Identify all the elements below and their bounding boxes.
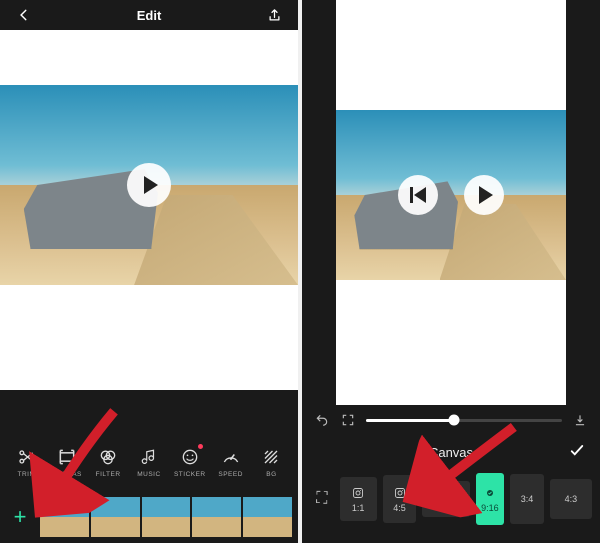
section-header: Canvas [302, 435, 600, 469]
download-button[interactable] [572, 412, 588, 428]
ratio-4-5[interactable]: 4:5 [383, 475, 417, 523]
play-button[interactable] [464, 175, 504, 215]
tool-trim[interactable]: TRIM [8, 446, 44, 478]
tool-label: MUSIC [137, 471, 160, 478]
video-preview [0, 30, 298, 390]
letterbox-bottom [336, 280, 566, 405]
fullscreen-button[interactable] [340, 412, 356, 428]
ratio-label: 4:3 [565, 494, 578, 504]
ratio-label: 1:1 [352, 503, 365, 513]
tool-canvas[interactable]: CANVAS [49, 446, 85, 478]
ratio-1-1[interactable]: 1:1 [340, 477, 377, 521]
ratio-free[interactable]: ⛶ [310, 490, 334, 508]
tool-label: STICKER [174, 471, 206, 478]
timeline-thumb [91, 497, 140, 537]
right-screenshot: Canvas ⛶ 1:1 4:5 16:9 9:16 3:4 4:3 [302, 0, 600, 543]
left-topbar: Edit [0, 0, 298, 30]
ratio-label: 3:4 [521, 494, 534, 504]
back-button[interactable] [14, 8, 34, 22]
skip-back-icon [410, 187, 426, 203]
timeline-thumb [243, 497, 292, 537]
timeline-thumb [40, 497, 89, 537]
tool-sticker[interactable]: STICKER [172, 446, 208, 478]
youtube-icon [439, 486, 453, 500]
tool-label: SPEED [218, 471, 243, 478]
share-icon [267, 8, 282, 23]
music-icon [138, 446, 160, 468]
play-icon [144, 176, 158, 194]
tool-filter[interactable]: FILTER [90, 446, 126, 478]
instagram-icon [351, 486, 365, 500]
letterbox-top [336, 0, 566, 110]
letterbox-bottom [0, 285, 298, 390]
page-title: Edit [137, 8, 162, 23]
progress-knob[interactable] [449, 415, 460, 426]
notification-dot [198, 444, 203, 449]
filter-icon [97, 446, 119, 468]
scissors-icon [15, 446, 37, 468]
video-frame[interactable] [336, 110, 566, 280]
tool-label: CANVAS [53, 471, 82, 478]
timeline-bar: + [0, 491, 298, 543]
ratio-label: 16:9 [437, 503, 455, 513]
play-button[interactable] [127, 163, 171, 207]
timeline-thumb [142, 497, 191, 537]
progress-slider[interactable] [366, 419, 562, 422]
progress-fill [366, 419, 454, 422]
instagram-icon [393, 486, 407, 500]
ratio-3-4[interactable]: 3:4 [510, 474, 544, 524]
play-icon [479, 186, 493, 204]
expand-icon: ⛶ [316, 490, 327, 508]
badge-icon [483, 486, 497, 500]
undo-button[interactable] [314, 412, 330, 428]
tool-label: BG [266, 471, 276, 478]
timeline[interactable] [40, 497, 292, 537]
timeline-thumb [192, 497, 241, 537]
ratio-4-3[interactable]: 4:3 [550, 479, 592, 519]
tool-bg[interactable]: BG [253, 446, 289, 478]
letterbox-top [0, 30, 298, 85]
tool-speed[interactable]: SPEED [213, 446, 249, 478]
ratio-label: 4:5 [393, 503, 406, 513]
tool-label: TRIM [17, 471, 35, 478]
ratio-9-16[interactable]: 9:16 [476, 473, 505, 525]
chevron-left-icon [17, 8, 31, 22]
share-button[interactable] [264, 8, 284, 23]
speed-icon [220, 446, 242, 468]
skip-back-button[interactable] [398, 175, 438, 215]
confirm-button[interactable] [568, 442, 586, 463]
check-icon [568, 442, 586, 460]
sticker-icon [179, 446, 201, 468]
tool-music[interactable]: MUSIC [131, 446, 167, 478]
canvas-icon [56, 446, 78, 468]
ratio-16-9[interactable]: 16:9 [422, 481, 469, 517]
ratio-label: 9:16 [481, 503, 499, 513]
add-clip-button[interactable]: + [0, 491, 40, 543]
bg-icon [260, 446, 282, 468]
playback-controls [302, 405, 600, 435]
left-screenshot: Edit TRIM CANVAS FILTER MUSIC [0, 0, 298, 543]
video-preview-portrait [336, 0, 566, 405]
edit-toolbar: TRIM CANVAS FILTER MUSIC STICKER SPEED [0, 433, 298, 491]
video-frame[interactable] [0, 85, 298, 285]
section-title: Canvas [429, 445, 473, 460]
tool-label: FILTER [96, 471, 121, 478]
aspect-ratio-list: ⛶ 1:1 4:5 16:9 9:16 3:4 4:3 [302, 469, 600, 529]
